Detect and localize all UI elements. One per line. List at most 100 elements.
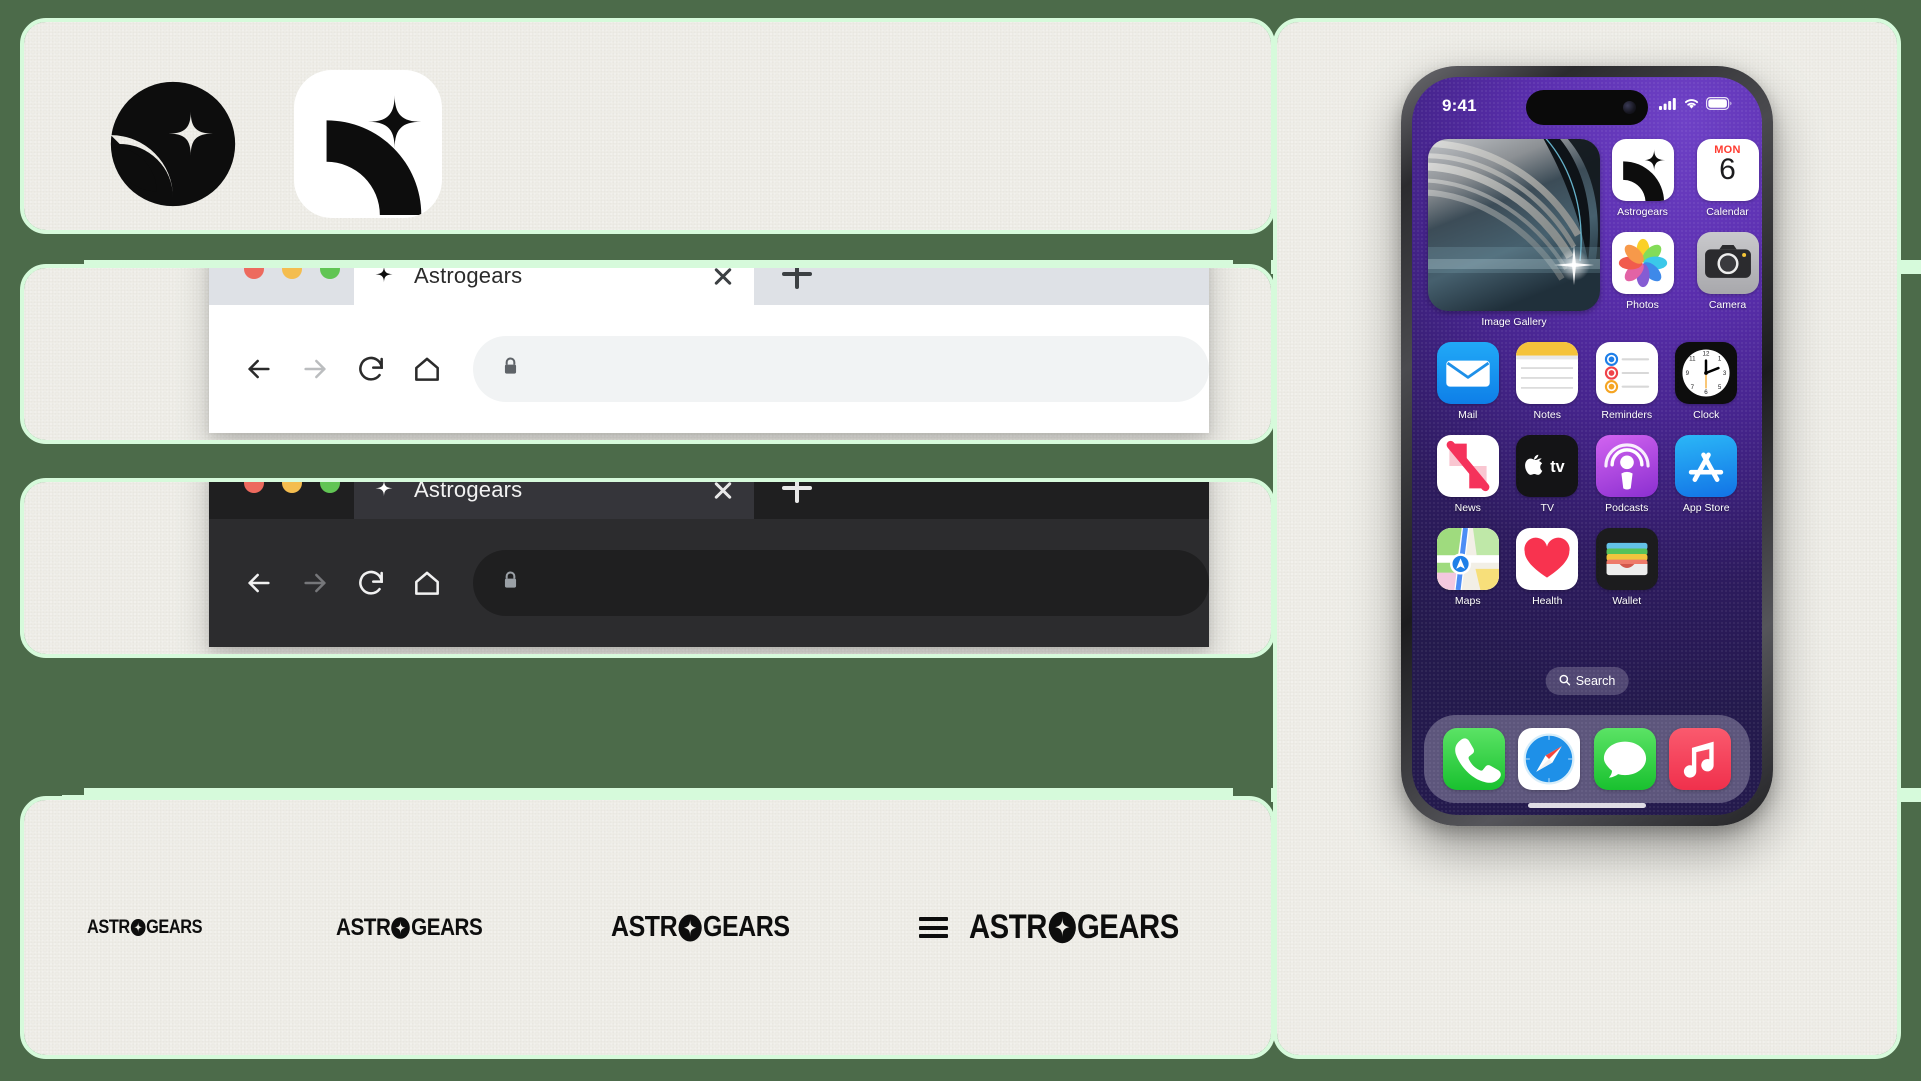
forward-arrow-icon[interactable] bbox=[287, 555, 343, 611]
app-camera[interactable]: Camera bbox=[1685, 232, 1762, 311]
phone-icon[interactable] bbox=[1442, 728, 1505, 790]
clock-icon[interactable]: 12 1 3 5 6 7 9 11 bbox=[1675, 342, 1738, 404]
wordmark-lockup: ASTR GEARS bbox=[611, 911, 815, 944]
tab-strip: Astrogears bbox=[209, 268, 1209, 305]
wordmark-lockup: ASTR GEARS bbox=[336, 914, 503, 942]
window-minimize-button[interactable] bbox=[282, 482, 302, 493]
tab-strip: Astrogears bbox=[209, 482, 1209, 519]
health-icon[interactable] bbox=[1516, 528, 1579, 590]
new-tab-button[interactable] bbox=[782, 268, 812, 289]
widget-label: Image Gallery bbox=[1481, 316, 1547, 328]
window-zoom-button[interactable] bbox=[320, 268, 340, 279]
camera-icon[interactable] bbox=[1696, 232, 1759, 294]
lock-icon bbox=[499, 355, 522, 383]
signal-bars-icon bbox=[1659, 97, 1677, 115]
maps-icon[interactable] bbox=[1436, 528, 1499, 590]
window-close-button[interactable] bbox=[244, 268, 264, 279]
app-store-icon[interactable] bbox=[1675, 435, 1738, 497]
back-arrow-icon[interactable] bbox=[231, 341, 287, 397]
news-icon[interactable] bbox=[1436, 435, 1499, 497]
music-icon[interactable] bbox=[1669, 728, 1732, 790]
app-news[interactable]: News bbox=[1428, 435, 1508, 514]
app-maps[interactable]: Maps bbox=[1428, 528, 1508, 607]
app-astrogears[interactable]: Astrogears bbox=[1600, 139, 1685, 218]
app-label: Podcasts bbox=[1605, 502, 1649, 514]
mail-icon[interactable] bbox=[1436, 342, 1499, 404]
grid-row: Photos Camera bbox=[1600, 232, 1762, 311]
calendar-icon[interactable]: MON 6 bbox=[1696, 139, 1759, 201]
podcasts-icon[interactable] bbox=[1595, 435, 1658, 497]
home-screen-search-button[interactable]: Search bbox=[1545, 667, 1629, 695]
address-bar[interactable] bbox=[473, 336, 1209, 402]
wordmark-text: ASTR GEARS bbox=[87, 916, 203, 938]
messages-icon[interactable] bbox=[1593, 728, 1656, 790]
window-close-button[interactable] bbox=[244, 482, 264, 493]
window-minimize-button[interactable] bbox=[282, 268, 302, 279]
image-gallery-widget[interactable] bbox=[1428, 139, 1600, 311]
grid-empty-slot bbox=[1667, 528, 1747, 607]
app-app-store[interactable]: App Store bbox=[1667, 435, 1747, 514]
wordmark-star-o-glyph bbox=[390, 916, 411, 940]
app-label: Camera bbox=[1708, 299, 1747, 311]
svg-text:6: 6 bbox=[1705, 389, 1709, 396]
svg-text:5: 5 bbox=[1718, 384, 1722, 391]
app-label: Health bbox=[1532, 595, 1563, 607]
app-label: Photos bbox=[1626, 299, 1659, 311]
image-gallery-widget-wrap: Image Gallery bbox=[1428, 139, 1600, 328]
astrogears-icon[interactable] bbox=[1611, 139, 1674, 201]
svg-text:1: 1 bbox=[1718, 356, 1722, 363]
brand-presentation-stage: Astrogears Astrogears ASTR GEARS ASTR GE… bbox=[0, 0, 1921, 1081]
search-label: Search bbox=[1575, 674, 1616, 688]
browser-tab[interactable]: Astrogears bbox=[354, 268, 754, 305]
grid-row: Image Gallery Astrogears MON 6 Calendar … bbox=[1428, 139, 1759, 328]
reminders-icon[interactable] bbox=[1595, 342, 1658, 404]
app-label: App Store bbox=[1682, 502, 1730, 514]
app-tv[interactable]: tv TV bbox=[1508, 435, 1588, 514]
address-bar[interactable] bbox=[473, 550, 1209, 616]
close-icon[interactable] bbox=[710, 482, 736, 503]
status-time: 9:41 bbox=[1442, 96, 1477, 115]
corner-notch bbox=[62, 260, 84, 267]
app-clock[interactable]: 12 1 3 5 6 7 9 11 Clock bbox=[1667, 342, 1747, 421]
corner-notch bbox=[62, 788, 84, 795]
sparkle-icon bbox=[372, 268, 396, 288]
back-arrow-icon[interactable] bbox=[231, 555, 287, 611]
app-label: TV bbox=[1540, 502, 1554, 514]
front-camera bbox=[1623, 101, 1636, 114]
reload-icon[interactable] bbox=[343, 341, 399, 397]
tv-icon[interactable]: tv bbox=[1516, 435, 1579, 497]
app-notes[interactable]: Notes bbox=[1508, 342, 1588, 421]
grid-row: Mail Notes Reminders 12 1 3 5 6 7 9 11 C… bbox=[1428, 342, 1746, 421]
calendar-day: 6 bbox=[1719, 153, 1736, 186]
browser-tab[interactable]: Astrogears bbox=[354, 482, 754, 519]
new-tab-button[interactable] bbox=[782, 482, 812, 503]
app-label: Wallet bbox=[1612, 595, 1642, 607]
app-wallet[interactable]: Wallet bbox=[1587, 528, 1667, 607]
home-icon[interactable] bbox=[399, 341, 455, 397]
close-icon[interactable] bbox=[710, 268, 736, 289]
wordmark-text: ASTR GEARS bbox=[336, 913, 483, 941]
tab-title: Astrogears bbox=[414, 482, 523, 502]
app-label: Notes bbox=[1533, 409, 1561, 421]
sparkle-icon bbox=[372, 482, 396, 502]
app-podcasts[interactable]: Podcasts bbox=[1587, 435, 1667, 514]
hamburger-menu-icon[interactable] bbox=[918, 917, 948, 938]
photos-icon[interactable] bbox=[1611, 232, 1674, 294]
svg-text:3: 3 bbox=[1723, 370, 1727, 377]
notes-icon[interactable] bbox=[1516, 342, 1579, 404]
window-zoom-button[interactable] bbox=[320, 482, 340, 493]
app-reminders[interactable]: Reminders bbox=[1587, 342, 1667, 421]
app-health[interactable]: Health bbox=[1508, 528, 1588, 607]
forward-arrow-icon[interactable] bbox=[287, 341, 343, 397]
home-icon[interactable] bbox=[399, 555, 455, 611]
browser-toolbar bbox=[209, 519, 1209, 647]
safari-icon[interactable] bbox=[1518, 728, 1581, 790]
wallet-icon[interactable] bbox=[1595, 528, 1658, 590]
app-calendar[interactable]: MON 6 Calendar bbox=[1685, 139, 1762, 218]
wordmark-text: ASTR GEARS bbox=[611, 911, 790, 943]
wordmark-lockup: ASTR GEARS bbox=[918, 908, 1208, 947]
app-mail[interactable]: Mail bbox=[1428, 342, 1508, 421]
lock-icon bbox=[499, 569, 522, 597]
reload-icon[interactable] bbox=[343, 555, 399, 611]
app-photos[interactable]: Photos bbox=[1600, 232, 1685, 311]
